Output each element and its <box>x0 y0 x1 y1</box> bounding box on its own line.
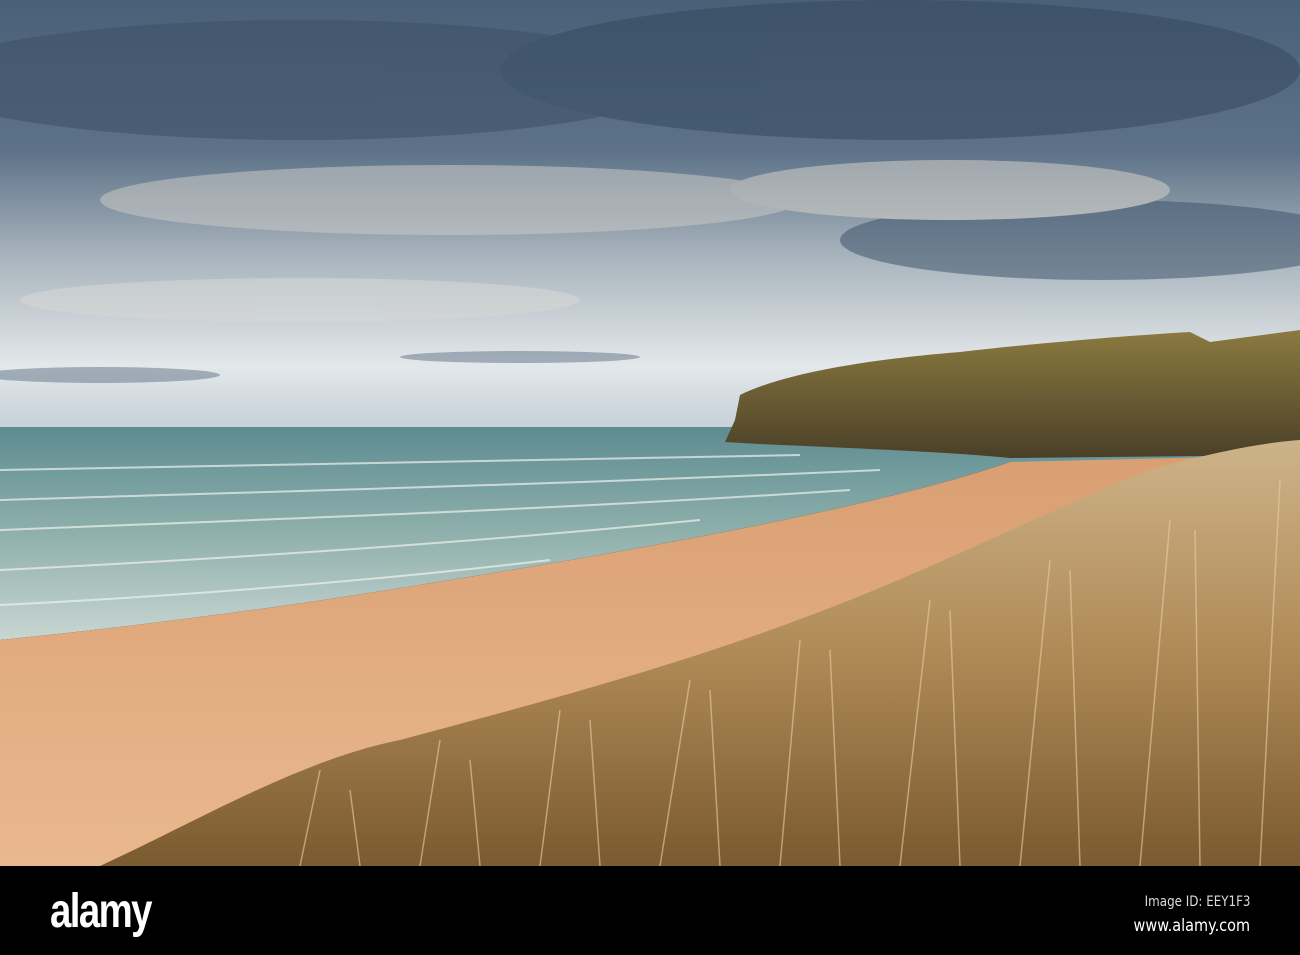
site-url: www.alamy.com <box>1133 916 1250 936</box>
image-id: Image ID: EEY1F3 <box>1144 894 1250 910</box>
watermark-bar: alamy Image ID: EEY1F3 www.alamy.com <box>0 866 1300 955</box>
beach-photo <box>0 0 1300 866</box>
alamy-logo: alamy <box>50 885 152 938</box>
